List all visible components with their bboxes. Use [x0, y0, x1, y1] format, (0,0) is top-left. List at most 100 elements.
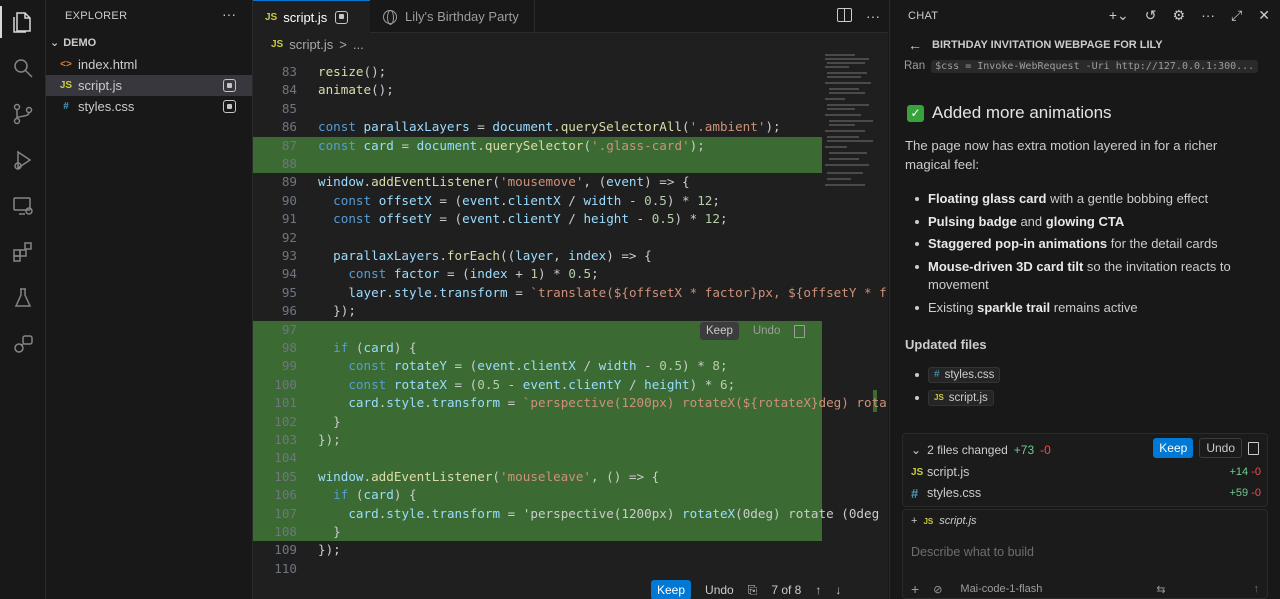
code-line[interactable]: 98 if (card) { — [253, 339, 822, 358]
code-line[interactable]: 87 const card = document.querySelector('.… — [253, 136, 822, 155]
more-actions-icon[interactable]: ··· — [222, 6, 236, 22]
code-text[interactable]: card.style.transform = `perspective(1200… — [318, 394, 886, 412]
code-text[interactable]: const offsetY = (event.clientY / height … — [318, 210, 727, 228]
diff-document-icon[interactable] — [794, 324, 806, 338]
code-text[interactable]: } — [318, 413, 341, 431]
attached-file[interactable]: + JS script.js — [911, 515, 977, 527]
code-line[interactable]: 109}); — [253, 541, 822, 559]
send-icon[interactable]: ↑ — [1254, 583, 1260, 595]
gear-icon[interactable]: ⚙ — [1173, 7, 1186, 24]
code-line[interactable]: 108 } — [253, 523, 822, 542]
testing-icon[interactable] — [9, 284, 37, 312]
add-icon[interactable]: + — [911, 581, 919, 597]
code-line[interactable]: 104 — [253, 449, 822, 468]
code-line[interactable]: 105 window.addEventListener('mouseleave',… — [253, 467, 822, 487]
code-text[interactable]: const card = document.querySelector('.gl… — [318, 137, 705, 155]
document-diff-icon[interactable]: ⎘ — [748, 583, 758, 598]
changed-file-row[interactable]: # styles.css +59 -0 — [911, 483, 1261, 503]
code-line[interactable]: 89 window.addEventListener('mousemove', (… — [253, 173, 822, 191]
close-icon[interactable]: ✕ — [1258, 7, 1270, 24]
tab-lilys-birthday-party[interactable]: Lily's Birthday Party — [371, 0, 535, 33]
code-text[interactable]: }); — [318, 302, 356, 320]
code-line[interactable]: 86 const parallaxLayers = document.queryS… — [253, 118, 822, 136]
arrow-down-icon[interactable]: ↓ — [835, 583, 841, 597]
code-line[interactable]: 101 card.style.transform = `perspective(… — [253, 394, 887, 413]
view-diff-icon[interactable] — [1248, 441, 1259, 455]
code-line[interactable]: 84 animate(); — [253, 81, 822, 99]
chat-input-placeholder[interactable]: Describe what to build — [911, 545, 1034, 559]
chat-agent-icon[interactable] — [9, 330, 37, 358]
code-line[interactable]: 100 const rotateX = (0.5 - event.clientY… — [253, 375, 822, 395]
keep-button[interactable]: Keep — [651, 580, 692, 599]
code-line[interactable]: 103}); — [253, 431, 822, 450]
code-text[interactable]: window.addEventListener('mouseleave', ()… — [318, 468, 659, 486]
changes-summary[interactable]: ⌄ 2 files changed +73 -0 — [911, 443, 1051, 457]
code-text[interactable]: if (card) { — [318, 339, 416, 357]
run-debug-icon[interactable] — [9, 146, 37, 174]
code-text[interactable]: const rotateY = (event.clientX / width -… — [318, 357, 727, 375]
code-text[interactable]: }); — [318, 431, 341, 449]
inline-keep-button[interactable]: Keep — [700, 322, 739, 340]
code-text[interactable]: }); — [318, 541, 341, 559]
folder-demo[interactable]: ⌄ DEMO — [50, 36, 96, 50]
code-text[interactable]: } — [318, 523, 341, 541]
new-chat-icon[interactable]: +⌄ — [1109, 7, 1129, 24]
extensions-icon[interactable] — [9, 238, 37, 266]
code-line[interactable]: 96 }); — [253, 302, 822, 320]
code-text[interactable]: const offsetX = (event.clientX / width -… — [318, 192, 720, 210]
changed-file-row[interactable]: JS script.js +14 -0 — [911, 462, 1261, 482]
code-text[interactable]: window.addEventListener('mousemove', (ev… — [318, 173, 690, 191]
code-text[interactable]: resize(); — [318, 63, 386, 81]
inline-undo-button[interactable]: Undo — [753, 325, 781, 337]
code-line[interactable]: 102 } — [253, 412, 822, 431]
add-context-icon[interactable]: + — [911, 515, 917, 527]
history-icon[interactable]: ↺ — [1145, 7, 1157, 24]
tool-run-summary[interactable]: Ran $css = Invoke-WebRequest -Uri http:/… — [904, 60, 1259, 73]
file-item-script-js[interactable]: JS script.js — [46, 75, 252, 96]
maximize-icon[interactable]: ⤢ — [1231, 7, 1242, 24]
code-line[interactable]: 83 resize(); — [253, 63, 822, 81]
settings-sliders-icon[interactable]: ⇆ — [1156, 583, 1165, 596]
code-text[interactable]: animate(); — [318, 81, 394, 99]
tab-script-js[interactable]: JS script.js — [253, 0, 370, 33]
code-line[interactable]: 88 — [253, 155, 822, 174]
code-text[interactable]: card.style.transform = 'perspective(1200… — [318, 505, 879, 523]
code-line[interactable]: 90 const offsetX = (event.clientX / widt… — [253, 192, 822, 210]
model-picker[interactable]: Mai-code-1-flash — [960, 583, 1042, 595]
tools-icon[interactable]: ⊘ — [933, 583, 942, 596]
code-line[interactable]: 95 layer.style.transform = `translate(${… — [253, 284, 887, 302]
search-icon[interactable] — [9, 54, 37, 82]
breadcrumb-rest[interactable]: ... — [353, 37, 364, 52]
code-line[interactable]: 85 — [253, 100, 822, 118]
code-text[interactable]: if (card) { — [318, 486, 416, 504]
explorer-icon[interactable] — [9, 8, 37, 36]
code-text[interactable]: const rotateX = (0.5 - event.clientY / h… — [318, 376, 735, 394]
keep-all-button[interactable]: Keep — [1153, 438, 1194, 458]
code-line[interactable]: 93 parallaxLayers.forEach((layer, index)… — [253, 247, 822, 265]
chat-input-box[interactable]: + JS script.js Describe what to build + … — [902, 509, 1268, 599]
undo-all-button[interactable]: Undo — [1199, 438, 1242, 458]
back-arrow-icon[interactable]: ← — [908, 37, 922, 53]
code-line[interactable]: 91 const offsetY = (event.clientY / heig… — [253, 210, 822, 228]
file-chip-styles-css[interactable]: # styles.css — [928, 366, 1001, 383]
more-actions-icon[interactable]: ··· — [866, 8, 880, 24]
code-line[interactable]: 107 card.style.transform = 'perspective(… — [253, 504, 879, 523]
file-item-styles-css[interactable]: # styles.css — [46, 96, 252, 117]
code-line[interactable]: 94 const factor = (index + 1) * 0.5; — [253, 265, 822, 283]
breadcrumb-file[interactable]: script.js — [289, 37, 333, 52]
file-chip-script-js[interactable]: JS script.js — [928, 389, 994, 406]
unsaved-close-icon[interactable] — [335, 10, 349, 24]
code-text[interactable]: const factor = (index + 1) * 0.5; — [318, 265, 598, 283]
undo-button[interactable]: Undo — [705, 583, 734, 597]
code-line[interactable]: 92 — [253, 229, 822, 247]
arrow-up-icon[interactable]: ↑ — [815, 583, 821, 597]
code-line[interactable]: 106 if (card) { — [253, 486, 822, 505]
split-editor-icon[interactable] — [837, 8, 852, 22]
code-text[interactable]: layer.style.transform = `translate(${off… — [318, 284, 886, 302]
code-text[interactable]: parallaxLayers.forEach((layer, index) =>… — [318, 247, 652, 265]
source-control-icon[interactable] — [9, 100, 37, 128]
remote-explorer-icon[interactable] — [9, 192, 37, 220]
file-item-index-html[interactable]: <> index.html — [46, 54, 252, 75]
more-actions-icon[interactable]: ··· — [1201, 7, 1215, 24]
code-text[interactable]: const parallaxLayers = document.querySel… — [318, 118, 781, 136]
